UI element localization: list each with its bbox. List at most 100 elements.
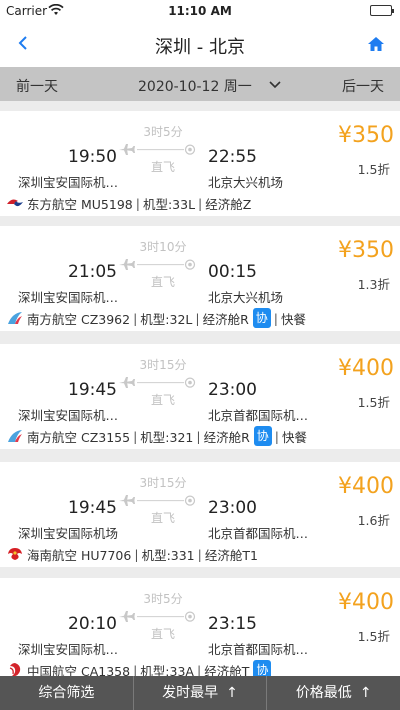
separator: | xyxy=(198,195,203,211)
arrival-airport: 北京首都国际机… xyxy=(208,408,309,423)
sort-lowest-price-button[interactable]: 价格最低 ↑ xyxy=(267,676,400,710)
home-icon xyxy=(368,37,384,51)
departure-airport: 深圳宝安国际机… xyxy=(18,175,119,190)
china-southern-logo-icon xyxy=(6,310,24,326)
airline-flight-number: 南方航空 CZ3155 xyxy=(27,429,131,445)
price: ¥400 xyxy=(338,356,394,381)
arrival-airport: 北京大兴机场 xyxy=(208,290,284,305)
aircraft-type: 机型:321 xyxy=(140,429,194,445)
aircraft-type: 机型:33L xyxy=(142,196,196,212)
sort-earliest-label: 发时最早 xyxy=(162,685,219,701)
chevron-down-icon[interactable] xyxy=(266,75,284,93)
discount: 1.5折 xyxy=(357,629,390,644)
flight-card[interactable]: 3时15分 直飞 19:45 23:00 深圳宝安国际机… 北京首都国际机… ¥… xyxy=(0,344,400,449)
hainan-airlines-logo-icon xyxy=(6,546,24,562)
departure-airport: 深圳宝安国际机… xyxy=(18,642,119,657)
arrow-up-icon: ↑ xyxy=(226,685,238,701)
flight-card[interactable]: 3时10分 直飞 21:05 00:15 深圳宝安国际机… 北京大兴机场 ¥35… xyxy=(0,226,400,331)
flight-info-row: 南方航空 CZ3155 | 机型:321 | 经济舱R 协 | 快餐 xyxy=(6,426,307,446)
departure-airport: 深圳宝安国际机… xyxy=(18,290,119,305)
direct-flight-label: 直飞 xyxy=(150,160,175,174)
discount: 1.6折 xyxy=(357,513,390,528)
meal-info: 快餐 xyxy=(282,429,308,445)
flight-duration: 3时5分 xyxy=(143,125,183,139)
direct-flight-label: 直飞 xyxy=(150,627,175,641)
separator: | xyxy=(135,195,140,211)
price: ¥400 xyxy=(338,474,394,499)
direct-flight-label: 直飞 xyxy=(150,393,175,407)
departure-airport: 深圳宝安国际机… xyxy=(18,408,119,423)
arrival-airport: 北京首都国际机… xyxy=(208,642,309,657)
flight-info-row: 南方航空 CZ3962 | 机型:32L | 经济舱R 协 | 快餐 xyxy=(6,308,306,328)
departure-time: 19:50 xyxy=(68,147,117,167)
flight-info-row: 东方航空 MU5198 | 机型:33L | 经济舱Z | xyxy=(6,193,251,213)
meal-info: 快餐 xyxy=(281,311,307,327)
direct-flight-label: 直飞 xyxy=(150,275,175,289)
flight-card[interactable]: 3时5分 直飞 20:10 23:15 深圳宝安国际机… 北京首都国际机… ¥4… xyxy=(0,578,400,683)
flight-card[interactable]: 3时5分 直飞 19:50 22:55 深圳宝安国际机… 北京大兴机场 ¥350… xyxy=(0,111,400,216)
separator: | xyxy=(274,428,279,444)
departure-time: 19:45 xyxy=(68,498,117,518)
next-day-button[interactable]: 后一天 xyxy=(342,76,384,96)
separator: | xyxy=(273,310,279,326)
arrow-up-icon: ↑ xyxy=(359,685,372,701)
flight-card[interactable]: 3时15分 直飞 19:45 23:00 深圳宝安国际机场 北京首都国际机… ¥… xyxy=(0,462,400,567)
airline-flight-number: 海南航空 HU7706 xyxy=(27,547,132,563)
filter-label: 综合筛选 xyxy=(38,685,95,701)
arrival-time: 00:15 xyxy=(208,262,257,282)
arrival-airport: 北京大兴机场 xyxy=(208,175,284,190)
date-selector[interactable]: 2020-10-12 周一 xyxy=(138,76,252,96)
discount: 1.3折 xyxy=(357,277,390,292)
price: ¥400 xyxy=(338,590,394,615)
china-southern-logo-icon xyxy=(6,428,24,444)
discount: 1.5折 xyxy=(357,162,390,177)
aircraft-type: 机型:32L xyxy=(140,311,193,327)
direct-flight-label: 直飞 xyxy=(150,511,175,525)
agreement-badge: 协 xyxy=(252,308,271,328)
separator: | xyxy=(134,546,139,562)
china-eastern-logo-icon xyxy=(6,195,24,211)
sort-earliest-button[interactable]: 发时最早 ↑ xyxy=(134,676,268,710)
separator: | xyxy=(133,428,138,444)
separator: | xyxy=(197,546,202,562)
cabin-class: 经济舱Z xyxy=(205,196,252,212)
date-bar: 前一天 2020-10-12 周一 后一天 xyxy=(0,67,400,101)
departure-time: 21:05 xyxy=(68,262,117,282)
separator: | xyxy=(133,310,138,326)
cabin-class: 经济舱R xyxy=(202,311,249,327)
battery-icon xyxy=(370,5,394,16)
status-bar: Carrier 11:10 AM xyxy=(0,0,400,22)
flight-duration: 3时10分 xyxy=(139,240,187,254)
home-button[interactable] xyxy=(366,35,386,53)
flight-info-row: 海南航空 HU7706 | 机型:331 | 经济舱T1 | xyxy=(6,544,258,564)
separator: | xyxy=(195,310,200,326)
airline-flight-number: 南方航空 CZ3962 xyxy=(27,311,131,327)
nav-bar: 深圳 - 北京 xyxy=(0,22,400,67)
page-title: 深圳 - 北京 xyxy=(155,37,245,58)
arrival-time: 23:15 xyxy=(208,614,257,634)
arrival-time: 23:00 xyxy=(208,498,257,518)
departure-airport: 深圳宝安国际机场 xyxy=(18,526,119,541)
aircraft-type: 机型:331 xyxy=(141,547,195,563)
departure-time: 20:10 xyxy=(68,614,117,634)
discount: 1.5折 xyxy=(357,395,390,410)
departure-time: 19:45 xyxy=(68,380,117,400)
flight-duration: 3时5分 xyxy=(143,592,183,606)
arrival-airport: 北京首都国际机… xyxy=(208,526,309,541)
price: ¥350 xyxy=(338,238,394,263)
flight-duration: 3时15分 xyxy=(139,358,187,372)
price: ¥350 xyxy=(338,123,394,148)
clock: 11:10 AM xyxy=(168,4,232,18)
cabin-class: 经济舱T1 xyxy=(204,547,258,563)
arrival-time: 23:00 xyxy=(208,380,257,400)
flight-duration: 3时15分 xyxy=(139,476,187,490)
previous-day-button[interactable]: 前一天 xyxy=(16,76,58,96)
separator: | xyxy=(196,428,201,444)
sort-price-label: 价格最低 xyxy=(295,685,352,701)
arrival-time: 22:55 xyxy=(208,147,257,167)
filter-button[interactable]: 综合筛选 xyxy=(0,676,134,710)
airline-flight-number: 东方航空 MU5198 xyxy=(27,196,133,212)
bottom-sort-bar: 综合筛选 发时最早 ↑ 价格最低 ↑ xyxy=(0,676,400,710)
cabin-class: 经济舱R xyxy=(203,429,250,445)
agreement-badge: 协 xyxy=(253,426,272,446)
